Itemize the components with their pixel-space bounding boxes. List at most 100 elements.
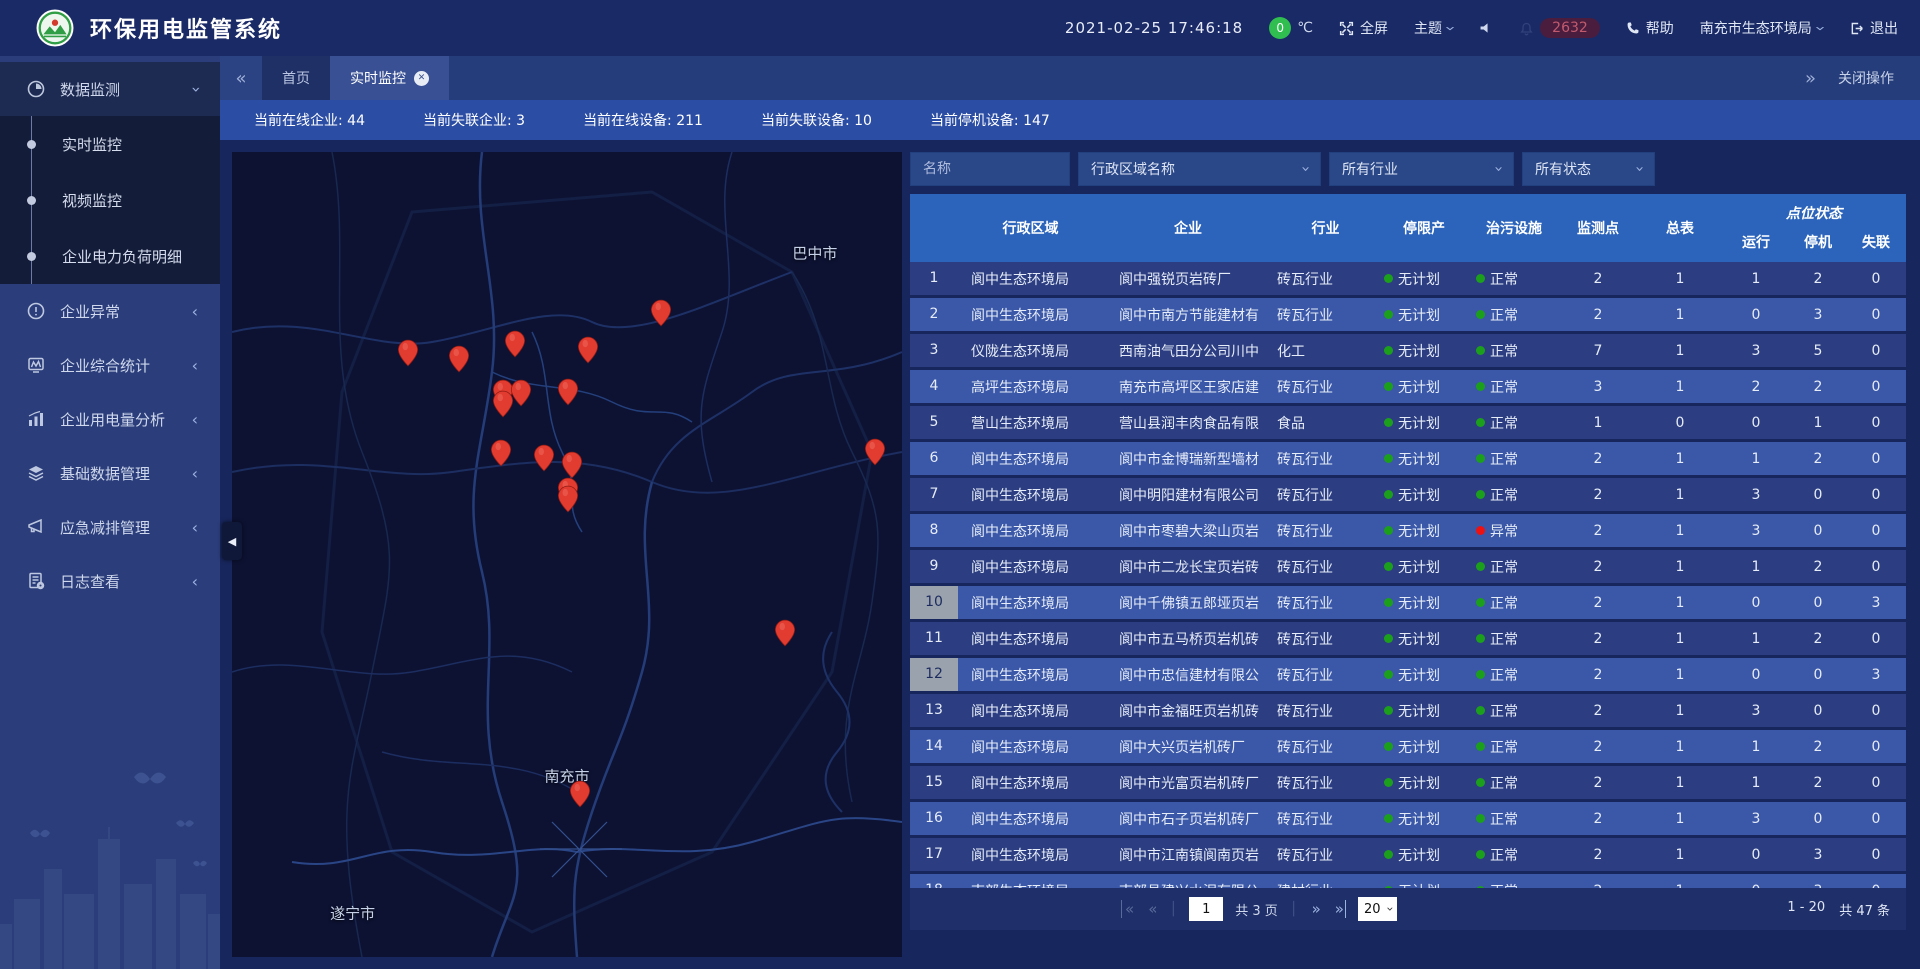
table-row[interactable]: 1阆中生态环境局阆中强锐页岩砖厂砖瓦行业无计划正常21120: [910, 262, 1906, 295]
tabs-scroll-left-icon[interactable]: «: [220, 56, 262, 100]
cell-running: 1: [1722, 631, 1790, 647]
cell-limit-status: 无计划: [1378, 629, 1470, 649]
cell-running: 3: [1722, 523, 1790, 539]
map-marker-icon[interactable]: [569, 780, 591, 808]
chevron-down-icon: ‹: [1440, 25, 1461, 30]
table-row[interactable]: 2阆中生态环境局阆中市南方节能建材有砖瓦行业无计划正常21030: [910, 298, 1906, 331]
close-icon[interactable]: ✕: [414, 71, 429, 86]
logout-button[interactable]: 退出: [1849, 18, 1898, 38]
table-row[interactable]: 6阆中生态环境局阆中市金博瑞新型墙材砖瓦行业无计划正常21120: [910, 442, 1906, 475]
map-marker-icon[interactable]: [557, 485, 579, 513]
tab-0[interactable]: 首页: [262, 56, 330, 100]
map-marker-icon[interactable]: [490, 439, 512, 467]
subcolumn-offline: 失联: [1846, 232, 1906, 252]
table-row[interactable]: 11阆中生态环境局阆中市五马桥页岩机砖砖瓦行业无计划正常21120: [910, 622, 1906, 655]
status-filter-select[interactable]: 所有状态 ‹: [1522, 152, 1655, 186]
next-page-icon[interactable]: »: [1310, 900, 1321, 918]
table-row[interactable]: 10阆中生态环境局阆中千佛镇五郎垭页岩砖瓦行业无计划正常21003: [910, 586, 1906, 619]
help-button[interactable]: 帮助: [1626, 18, 1674, 38]
mute-button[interactable]: [1479, 21, 1493, 35]
tabs-scroll-right-icon[interactable]: »: [1805, 68, 1816, 89]
map-marker-icon[interactable]: [561, 451, 583, 479]
cell-region: 仪陇生态环境局: [958, 341, 1103, 361]
cell-running: 0: [1722, 415, 1790, 431]
map-marker-icon[interactable]: [774, 619, 796, 647]
map-marker-icon[interactable]: [533, 444, 555, 472]
cell-stopped: 0: [1790, 811, 1846, 827]
cell-facility-status: 正常: [1470, 701, 1558, 721]
sidebar-section-3[interactable]: 企业用电量分析‹: [0, 392, 220, 446]
sidebar-section-4[interactable]: 基础数据管理‹: [0, 446, 220, 500]
cell-facility-status: 正常: [1470, 665, 1558, 685]
cell-monitor-points: 2: [1558, 667, 1638, 683]
table-row[interactable]: 18南部生态环境局南部县建兴水泥有限公建材行业无计划正常21030: [910, 874, 1906, 888]
map-marker-icon[interactable]: [650, 299, 672, 327]
last-page-icon[interactable]: »: [1333, 900, 1346, 918]
table-row[interactable]: 3仪陇生态环境局西南油气田分公司川中化工无计划正常71350: [910, 334, 1906, 367]
cell-company: 阆中市光富页岩机砖厂: [1103, 773, 1273, 793]
map-marker-icon[interactable]: [492, 390, 514, 418]
sidebar-section-2[interactable]: 企业综合统计‹: [0, 338, 220, 392]
map-marker-icon[interactable]: [557, 378, 579, 406]
sidebar-section-5[interactable]: 应急减排管理‹: [0, 500, 220, 554]
cell-offline: 0: [1846, 703, 1906, 719]
cell-total-meters: 1: [1638, 271, 1722, 287]
status-dot-icon: [1384, 346, 1393, 355]
map-collapse-button[interactable]: ◀: [222, 522, 242, 560]
sidebar-section-1[interactable]: 企业异常‹: [0, 284, 220, 338]
table-row[interactable]: 8阆中生态环境局阆中市枣碧大梁山页岩砖瓦行业无计划异常21300: [910, 514, 1906, 547]
limit-status-label: 无计划: [1398, 413, 1440, 433]
prev-page-icon[interactable]: «: [1146, 900, 1157, 918]
facility-status-label: 正常: [1490, 701, 1518, 721]
map-marker-icon[interactable]: [448, 345, 470, 373]
sidebar-section-label: 数据监测: [60, 79, 192, 100]
stat-1: 当前失联企业: 3: [423, 110, 525, 130]
fullscreen-button[interactable]: 全屏: [1339, 18, 1388, 38]
total-records-label: 共 47 条: [1839, 900, 1890, 919]
sidebar-subitem-0-2[interactable]: 企业电力负荷明细: [0, 228, 220, 284]
table-row[interactable]: 16阆中生态环境局阆中市石子页岩机砖厂砖瓦行业无计划正常21300: [910, 802, 1906, 835]
map-marker-icon[interactable]: [397, 339, 419, 367]
sidebar-section-0[interactable]: 数据监测‹: [0, 62, 220, 116]
table-row[interactable]: 12阆中生态环境局阆中市忠信建材有限公砖瓦行业无计划正常21003: [910, 658, 1906, 691]
map-marker-icon[interactable]: [577, 336, 599, 364]
page-input[interactable]: [1189, 897, 1223, 921]
map-marker-icon[interactable]: [864, 438, 886, 466]
facility-status-label: 正常: [1490, 269, 1518, 289]
tab-1[interactable]: 实时监控✕: [330, 56, 449, 100]
limit-status-label: 无计划: [1398, 557, 1440, 577]
notifications[interactable]: 2632: [1519, 18, 1600, 38]
page-size-select[interactable]: 20 ‹: [1358, 897, 1397, 921]
map-marker-icon[interactable]: [504, 330, 526, 358]
gauge-icon: [26, 79, 46, 99]
org-dropdown[interactable]: 南充市生态环境局 ‹: [1700, 18, 1823, 38]
cell-region: 阆中生态环境局: [958, 773, 1103, 793]
name-filter-input[interactable]: [923, 161, 1057, 177]
status-dot-icon: [1384, 850, 1393, 859]
table-row[interactable]: 15阆中生态环境局阆中市光富页岩机砖厂砖瓦行业无计划正常21120: [910, 766, 1906, 799]
cell-company: 阆中明阳建材有限公司: [1103, 485, 1273, 505]
industry-filter-select[interactable]: 所有行业 ‹: [1329, 152, 1514, 186]
city-label-0: 巴中市: [792, 242, 837, 263]
close-operations-button[interactable]: 关闭操作: [1838, 68, 1894, 88]
cell-company: 阆中市枣碧大梁山页岩: [1103, 521, 1273, 541]
table-row[interactable]: 14阆中生态环境局阆中大兴页岩机砖厂砖瓦行业无计划正常21120: [910, 730, 1906, 763]
table-row[interactable]: 7阆中生态环境局阆中明阳建材有限公司砖瓦行业无计划正常21300: [910, 478, 1906, 511]
column-group-point-status: 点位状态 运行 停机 失联: [1722, 194, 1906, 262]
region-filter-select[interactable]: 行政区域名称 ‹: [1078, 152, 1321, 186]
table-row[interactable]: 13阆中生态环境局阆中市金福旺页岩机砖砖瓦行业无计划正常21300: [910, 694, 1906, 727]
sidebar-subitem-0-0[interactable]: 实时监控: [0, 116, 220, 172]
table-row[interactable]: 17阆中生态环境局阆中市江南镇阆南页岩砖瓦行业无计划正常21030: [910, 838, 1906, 871]
map-panel[interactable]: 巴中市南充市遂宁市 ◀: [232, 152, 902, 957]
page-range-label: 1 - 20: [1787, 900, 1825, 919]
theme-dropdown[interactable]: 主题 ‹: [1414, 18, 1453, 38]
table-row[interactable]: 5营山生态环境局营山县润丰肉食品有限食品无计划正常10010: [910, 406, 1906, 439]
cell-offline: 0: [1846, 739, 1906, 755]
table-row[interactable]: 4高坪生态环境局南充市高坪区王家店建砖瓦行业无计划正常31220: [910, 370, 1906, 403]
sidebar-subitem-0-1[interactable]: 视频监控: [0, 172, 220, 228]
status-dot-icon: [1476, 850, 1485, 859]
first-page-icon[interactable]: «: [1121, 900, 1134, 918]
sidebar-section-6[interactable]: 日志查看‹: [0, 554, 220, 608]
table-row[interactable]: 9阆中生态环境局阆中市二龙长宝页岩砖砖瓦行业无计划正常21120: [910, 550, 1906, 583]
status-dot-icon: [1384, 634, 1393, 643]
